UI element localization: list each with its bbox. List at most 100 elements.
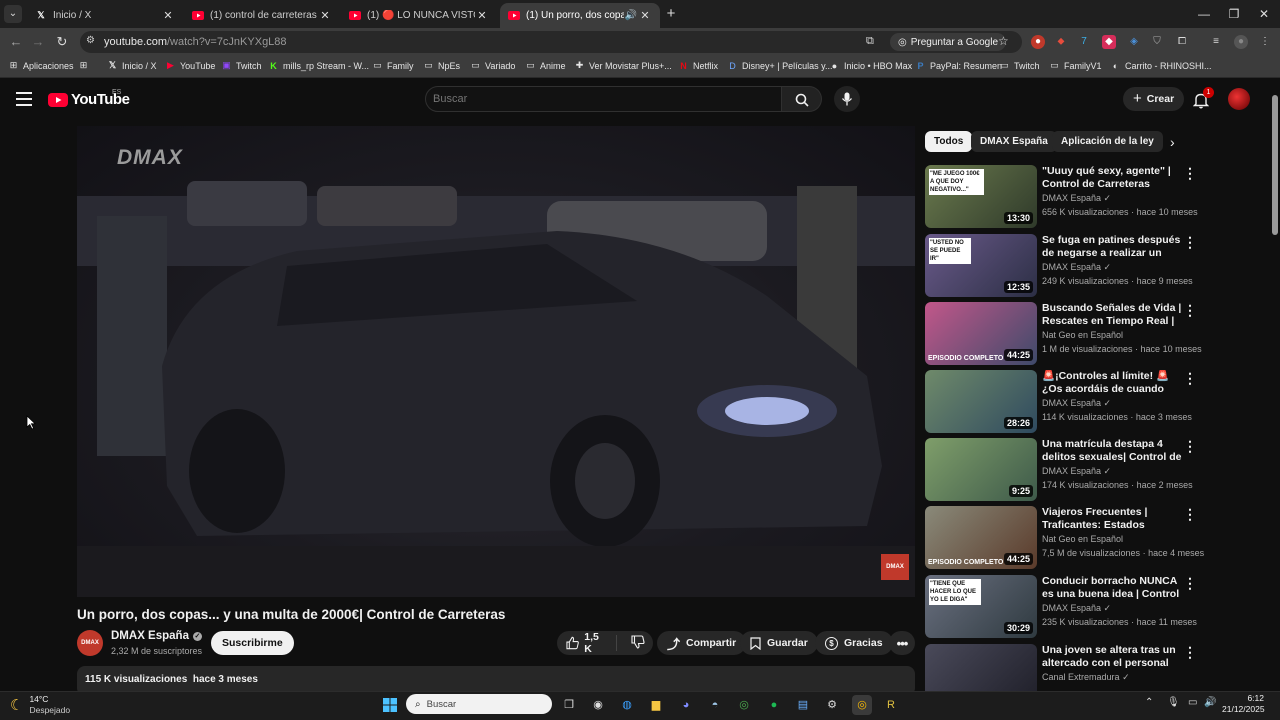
recommended-video[interactable]: 28:26 🚨¡Controles al límite! 🚨 ¿Os acord… xyxy=(925,370,1265,434)
tab-search-button[interactable]: ⌄ xyxy=(4,5,22,23)
close-tab-icon[interactable]: ✕ xyxy=(638,9,652,22)
bookmark-paypal[interactable]: P PayPal: Resumen xyxy=(915,60,1002,71)
browser-tab[interactable]: (1) control de carreteras 09 ✕ xyxy=(184,3,340,28)
video-thumbnail[interactable]: 28:26 xyxy=(925,370,1037,433)
voice-search-button[interactable] xyxy=(834,86,860,112)
chrome-active-icon[interactable]: ◎ xyxy=(852,695,872,715)
recommended-video[interactable]: "USTED NO SE PUEDE IR" 12:35 Se fuga en … xyxy=(925,234,1265,298)
volume-icon[interactable]: 🔊 xyxy=(1204,697,1216,708)
kebab-menu-icon[interactable]: ⋮ xyxy=(1183,438,1197,456)
task-view-icon[interactable]: ❐ xyxy=(559,695,579,715)
url-text[interactable]: youtube.com/watch?v=7cJnKYXgL88 xyxy=(104,36,287,48)
video-thumbnail[interactable]: "USTED NO SE PUEDE IR" 12:35 xyxy=(925,234,1037,297)
extension-icon[interactable]: 7 xyxy=(1077,35,1091,49)
kebab-menu-icon[interactable]: ⋮ xyxy=(1183,165,1197,183)
install-icon[interactable]: ⧉ xyxy=(866,35,874,48)
shield-icon[interactable]: ⛉ xyxy=(1150,35,1164,49)
chevron-right-icon[interactable]: › xyxy=(1170,134,1175,150)
close-tab-icon[interactable]: ✕ xyxy=(475,9,489,22)
chrome-icon[interactable]: ◎ xyxy=(734,695,754,715)
share-button[interactable]: ⤴ Compartir xyxy=(657,631,747,655)
kebab-menu-icon[interactable]: ⋮ xyxy=(1183,644,1197,662)
recommended-video[interactable]: Una joven se altera tras un altercado co… xyxy=(925,644,1265,691)
bookmark-grid[interactable]: ⊞ xyxy=(78,60,89,71)
bookmark-folder[interactable]: ▭ NpEs xyxy=(423,60,460,71)
hamburger-menu-icon[interactable] xyxy=(16,92,32,106)
bookmark-hbomax[interactable]: ● Inicio • HBO Max xyxy=(829,60,912,71)
bookmark-folder[interactable]: ▭ Variado xyxy=(470,60,515,71)
search-input[interactable] xyxy=(433,91,733,107)
bookmark-disney[interactable]: D Disney+ | Películas y... xyxy=(727,60,832,71)
media-control-icon[interactable]: ≡ xyxy=(1209,35,1223,49)
discord-icon[interactable]: ◕ xyxy=(676,695,696,715)
recommended-video[interactable]: "ME JUEGO 100€ A QUE DOY NEGATIVO..." 13… xyxy=(925,165,1265,229)
recommended-video[interactable]: 9:25 Una matrícula destapa 4 delitos sex… xyxy=(925,438,1265,502)
bookmark-movistar[interactable]: ✚ Ver Movistar Plus+... xyxy=(574,60,672,71)
recommended-video[interactable]: EPISODIO COMPLETO 44:25 Viajeros Frecuen… xyxy=(925,506,1265,570)
browser-tab[interactable]: 𝕏 Inicio / X ✕ xyxy=(27,3,183,28)
restore-icon[interactable]: ❐ xyxy=(1220,4,1248,24)
bookmark-folder[interactable]: ▭ FamilyV1 xyxy=(1049,60,1101,71)
speaker-icon[interactable]: 🔊 xyxy=(624,10,638,21)
scrollbar-thumb[interactable] xyxy=(1272,95,1278,235)
extension-icon[interactable]: ⬥ xyxy=(1054,35,1068,49)
bookmark-rhinoshield[interactable]: ◐ Carrito - RHINOSHI... xyxy=(1110,60,1212,71)
channel-avatar[interactable]: DMAX xyxy=(77,630,103,656)
taskbar-clock[interactable]: 6:12 21/12/2025 xyxy=(1222,693,1265,715)
spotify-icon[interactable]: ● xyxy=(764,695,784,715)
reload-icon[interactable]: ↻ xyxy=(52,32,72,52)
extensions-puzzle-icon[interactable]: ⧠ xyxy=(1175,35,1189,49)
account-avatar[interactable] xyxy=(1228,88,1250,110)
thanks-button[interactable]: $ Gracias xyxy=(815,631,893,655)
bookmark-star-icon[interactable]: ☆ xyxy=(998,34,1009,48)
channel-name[interactable]: DMAX España ✓ xyxy=(111,630,202,642)
photos-icon[interactable]: ▤ xyxy=(793,695,813,715)
recommended-video[interactable]: "TIENE QUE HACER LO QUE YO LE DIGA" 30:2… xyxy=(925,575,1265,639)
notifications-button[interactable]: 1 xyxy=(1192,87,1214,110)
kebab-menu-icon[interactable]: ⋮ xyxy=(1183,234,1197,252)
close-tab-icon[interactable]: ✕ xyxy=(161,9,175,22)
close-window-icon[interactable]: ✕ xyxy=(1250,4,1278,24)
site-info-icon[interactable]: ⚙ xyxy=(86,35,95,46)
browser-tab[interactable]: (1) 🔴 LO NUNCA VISTO 🔴 de ✕ xyxy=(341,3,497,28)
chevron-up-icon[interactable]: ⌃ xyxy=(1145,697,1153,708)
bookmark-apps[interactable]: ⊞ Aplicaciones xyxy=(8,60,74,71)
like-button[interactable]: 1,5 K xyxy=(557,631,617,655)
microphone-tray-icon[interactable]: 🎙 xyxy=(1167,697,1180,708)
video-thumbnail[interactable]: EPISODIO COMPLETO 44:25 xyxy=(925,302,1037,365)
bookmark-kick[interactable]: Kmills_rp Stream - W... xyxy=(268,60,369,71)
recommended-video[interactable]: EPISODIO COMPLETO 44:25 Buscando Señales… xyxy=(925,302,1265,366)
video-thumbnail[interactable]: "TIENE QUE HACER LO QUE YO LE DIGA" 30:2… xyxy=(925,575,1037,638)
kebab-menu-icon[interactable]: ⋮ xyxy=(1183,575,1197,593)
weather-widget[interactable]: ☾ 14°C Despejado xyxy=(10,694,70,716)
kebab-menu-icon[interactable]: ⋮ xyxy=(1183,370,1197,388)
windows-start-icon[interactable] xyxy=(380,695,400,715)
taskbar-search[interactable]: ⌕ Buscar xyxy=(406,694,552,714)
extension-icon[interactable]: ◈ xyxy=(1127,35,1141,49)
network-icon[interactable]: ▭ xyxy=(1188,697,1197,708)
chip-all[interactable]: Todos xyxy=(925,131,973,152)
video-player[interactable]: DMAX DMAX xyxy=(77,126,915,597)
bookmark-folder[interactable]: ▭ Twitch xyxy=(999,60,1039,71)
video-thumbnail[interactable]: 9:25 xyxy=(925,438,1037,501)
create-button[interactable]: + Crear xyxy=(1123,87,1185,111)
kebab-menu-icon[interactable]: ⋮ xyxy=(1183,506,1197,524)
close-tab-icon[interactable]: ✕ xyxy=(318,9,332,22)
new-tab-button[interactable]: + xyxy=(663,5,679,23)
subscribe-button[interactable]: Suscribirme xyxy=(211,631,294,655)
steam-icon[interactable]: ◓ xyxy=(705,695,725,715)
video-thumbnail[interactable]: "ME JUEGO 100€ A QUE DOY NEGATIVO..." 13… xyxy=(925,165,1037,228)
extension-icon[interactable]: ◆ xyxy=(1102,35,1116,49)
bookmark-twitch[interactable]: ▣ Twitch xyxy=(221,60,261,71)
minimize-icon[interactable]: — xyxy=(1190,4,1218,24)
chip-law-enforcement[interactable]: Aplicación de la ley xyxy=(1052,131,1163,152)
save-button[interactable]: Guardar xyxy=(740,631,818,655)
browser-tab-active[interactable]: (1) Un porro, dos copas... y 🔊 ✕ xyxy=(500,3,660,28)
profile-icon[interactable]: ● xyxy=(1234,35,1248,49)
chip-dmax[interactable]: DMAX España xyxy=(971,131,1057,152)
app-icon[interactable]: ⚙ xyxy=(822,695,842,715)
app-icon[interactable]: ◉ xyxy=(588,695,608,715)
bookmark-x[interactable]: 𝕏 Inicio / X xyxy=(107,60,157,71)
search-button[interactable] xyxy=(782,86,822,112)
bookmark-folder[interactable]: ▭ Family xyxy=(372,60,413,71)
